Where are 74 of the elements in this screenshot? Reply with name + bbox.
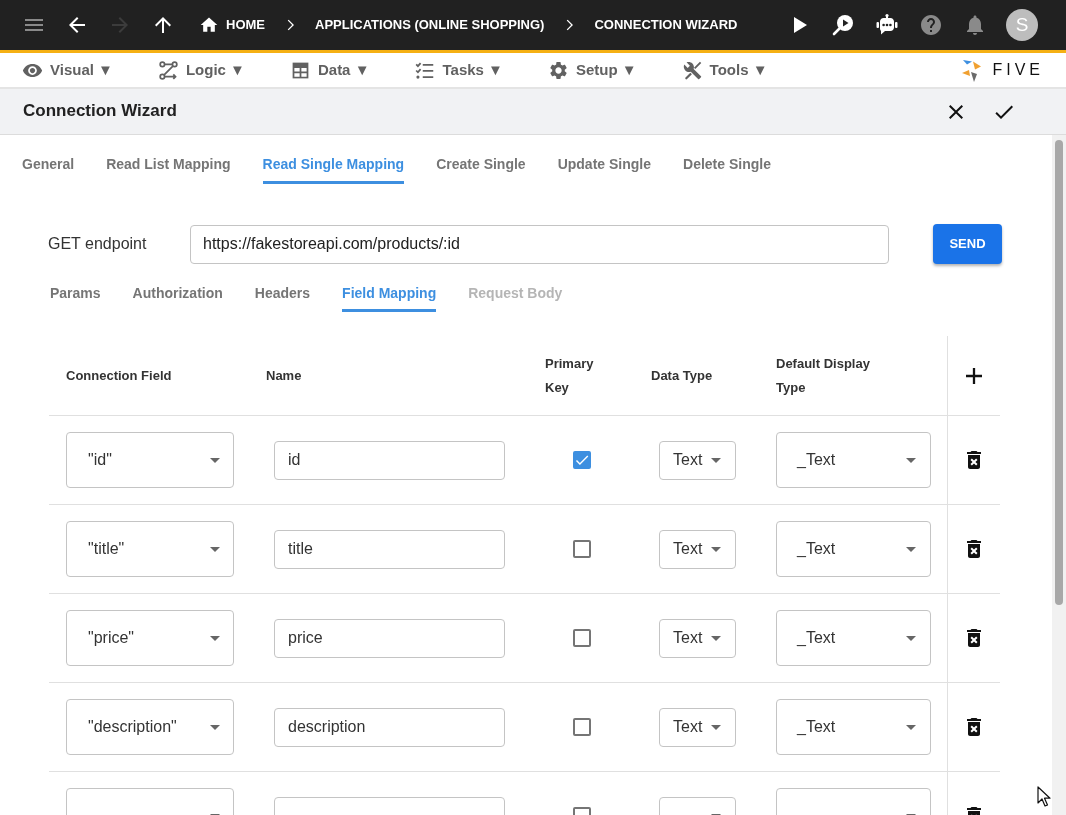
caret-icon <box>711 457 721 463</box>
menu-button[interactable]: Visual ▼ <box>22 58 113 82</box>
column-header: Primary Key <box>545 354 595 397</box>
tab[interactable]: Update Single <box>557 135 651 184</box>
tab[interactable]: Delete Single <box>683 135 771 184</box>
tab[interactable]: Authorization <box>132 267 223 312</box>
url-field[interactable]: https://fakestoreapi.com/products/:id <box>190 224 889 264</box>
home-icon <box>199 15 219 35</box>
data-type-dropdown[interactable]: Text <box>659 618 736 658</box>
menu-button[interactable]: Logic ▼ <box>157 58 245 82</box>
field-dropdown[interactable]: "price" <box>66 610 234 666</box>
display-type-dropdown[interactable]: _Text <box>776 699 931 755</box>
delete-icon[interactable] <box>966 629 982 647</box>
tab[interactable]: General <box>22 135 75 184</box>
field-dropdown[interactable]: "title" <box>66 521 234 577</box>
delete-icon[interactable] <box>966 718 982 736</box>
caret-icon <box>210 546 220 552</box>
caret-icon <box>711 724 721 730</box>
tab: Request Body <box>468 267 563 312</box>
tools-icon <box>681 59 703 81</box>
name-input-field[interactable]: title <box>274 529 505 569</box>
caret-icon <box>906 724 916 730</box>
name-input-field[interactable]: price <box>274 618 505 658</box>
checkbox[interactable] <box>573 540 591 558</box>
menu-button[interactable]: Tools ▼ <box>681 58 768 82</box>
data-type-dropdown[interactable]: Text <box>659 529 736 569</box>
menu-button[interactable]: Setup ▼ <box>547 58 637 82</box>
checkbox[interactable] <box>573 451 591 469</box>
flow-icon <box>157 59 179 81</box>
help-icon[interactable] <box>919 13 943 37</box>
caret-icon <box>711 635 721 641</box>
name-input-field[interactable]: description <box>274 707 505 747</box>
display-type-dropdown[interactable]: _Text <box>776 432 931 488</box>
menu-button[interactable]: Data ▼ <box>289 58 370 82</box>
display-type-dropdown[interactable]: _Text <box>776 610 931 666</box>
robot-chat-icon[interactable] <box>875 13 899 37</box>
delete-icon[interactable] <box>966 540 982 558</box>
field-label: GET endpoint <box>48 234 148 254</box>
caret-icon <box>210 724 220 730</box>
dialog-title: Connection Wizard <box>23 101 177 122</box>
field-dropdown[interactable]: "description" <box>66 699 234 755</box>
checkbox[interactable] <box>573 718 591 736</box>
send-button[interactable]: SEND <box>933 224 1002 264</box>
checkbox[interactable] <box>573 629 591 647</box>
delete-icon[interactable] <box>966 451 982 469</box>
column-header: Default Display Type <box>776 354 871 397</box>
tab[interactable]: Params <box>50 267 101 312</box>
caret-icon <box>906 635 916 641</box>
caret-icon <box>711 546 721 552</box>
tab[interactable]: Headers <box>254 267 311 312</box>
column-header: Name <box>266 367 302 385</box>
tab[interactable]: Create Single <box>436 135 526 184</box>
magnifier-play-icon[interactable] <box>831 13 855 37</box>
caret-icon <box>210 457 220 463</box>
logo-mark-icon <box>961 58 984 82</box>
name-input-field[interactable]: id <box>274 440 505 480</box>
breadcrumb-link[interactable]: APPLICATIONS (ONLINE SHOPPING) <box>315 15 545 35</box>
add-icon[interactable] <box>966 367 982 384</box>
caret-icon <box>906 457 916 463</box>
tab[interactable]: Read List Mapping <box>106 135 231 184</box>
scrollbar-thumb[interactable] <box>1055 140 1063 605</box>
column-header: Connection Field <box>66 367 172 385</box>
display-type-dropdown[interactable]: _Text <box>776 521 931 577</box>
column-header: Data Type <box>651 367 713 385</box>
field-dropdown[interactable]: "id" <box>66 432 234 488</box>
breadcrumb-link[interactable]: CONNECTION WIZARD <box>594 15 738 35</box>
home-link[interactable]: HOME <box>199 15 265 35</box>
caret-icon <box>906 546 916 552</box>
caret-icon <box>210 635 220 641</box>
menu-button[interactable]: Tasks ▼ <box>414 58 503 82</box>
data-type-dropdown[interactable]: Text <box>659 707 736 747</box>
mouse-cursor-icon <box>1037 786 1051 807</box>
data-type-dropdown[interactable]: Text <box>659 440 736 480</box>
logo-text: FIVE <box>992 60 1044 80</box>
